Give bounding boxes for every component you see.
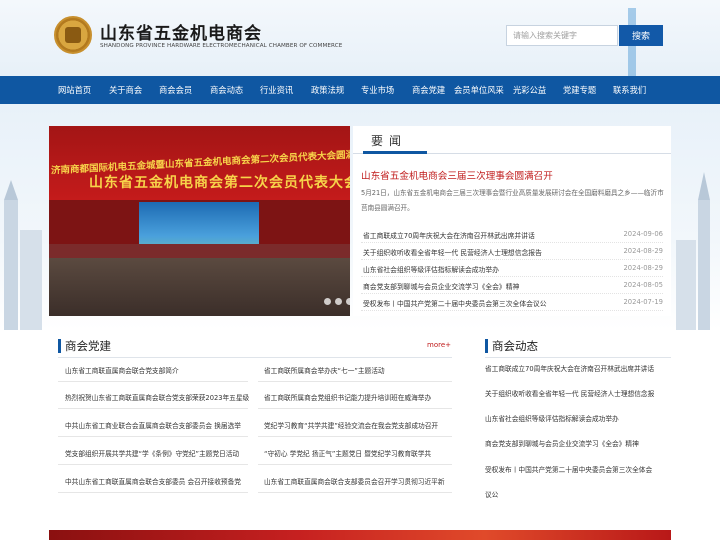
news-item-date: 2024-08-29	[623, 247, 663, 255]
row-divider	[58, 381, 248, 382]
news-list-item[interactable]: 关于组织收听收看全省年轻一代 民营经济人士理想信念报告 2024-08-29	[361, 243, 663, 260]
row-divider	[58, 464, 248, 465]
news-list-item[interactable]: 商会党支部到聊城与会员企业交流学习《全会》精神 2024-08-05	[361, 277, 663, 294]
slide-pagination	[324, 298, 350, 305]
party-list-item[interactable]: 热烈祝贺山东省工商联直属商会联合党支部荣获2023年五星级	[65, 392, 249, 402]
news-item-title[interactable]: 山东省社会组织等级评估指标解读会成功举办	[363, 264, 499, 274]
main-nav: 网站首页 关于商会 商会会员 商会动态 行业资讯 政策法规 专业市场 商会党建 …	[0, 76, 720, 104]
party-list-item[interactable]: 省工商联所属商会党组织书记能力提升培训班在威海举办	[264, 392, 431, 402]
site-subtitle: SHANDONG PROVINCE HARDWARE ELECTROMECHAN…	[100, 43, 343, 49]
news-tab-label[interactable]: 要闻	[371, 132, 407, 149]
search-button[interactable]: 搜索	[619, 25, 663, 46]
hero-slideshow[interactable]: 济南商都国际机电五金城暨山东省五金机电商会第二次会员代表大会圆满成功 山东省五金…	[49, 126, 350, 316]
row-divider	[258, 408, 452, 409]
headline-title[interactable]: 山东省五金机电商会三届三次理事会圆满召开	[361, 168, 553, 182]
nav-market[interactable]: 专业市场	[361, 76, 394, 104]
row-divider	[58, 436, 248, 437]
news-item-title[interactable]: 省工商联成立70周年庆祝大会在济南召开林武出席并讲话	[363, 230, 535, 240]
nav-news[interactable]: 商会动态	[210, 76, 243, 104]
nav-industry[interactable]: 行业资讯	[260, 76, 293, 104]
news-item-title[interactable]: 商会党支部到聊城与会员企业交流学习《全会》精神	[363, 281, 519, 291]
slide-dot[interactable]	[346, 298, 350, 305]
party-list-item[interactable]: 党支部组织开展共学共建“学《条例》守党纪”主题党日活动	[65, 448, 239, 458]
dynamics-section-divider	[485, 357, 671, 358]
party-list-item[interactable]: 山东省工商联直属商会联合支部委员会召开学习贯彻习近平新	[264, 476, 445, 486]
party-more-link[interactable]: more+	[427, 341, 451, 349]
row-divider	[258, 381, 452, 382]
party-list-item[interactable]: 党纪学习教育“共学共建”经验交流会在我会党支部成功召开	[264, 420, 438, 430]
city-skyline-left-icon	[4, 180, 42, 330]
party-list-item[interactable]: 中共山东省工商联直属商会联合支部委员 会召开接收预备党	[65, 476, 241, 486]
dynamics-list-item[interactable]: 山东省社会组织等级评估指标解读会成功举办	[485, 413, 619, 423]
party-list-item[interactable]: 省工商联所属商会举办庆“七一”主题活动	[264, 365, 385, 375]
nav-about[interactable]: 关于商会	[109, 76, 142, 104]
slide-photo-banner: 济南商都国际机电五金城暨山东省五金机电商会第二次会员代表大会圆满成功 山东省五金…	[49, 126, 350, 200]
dynamics-list-item[interactable]: 省工商联成立70周年庆祝大会在济南召开林武出席并讲话	[485, 363, 654, 373]
nav-members[interactable]: 商会会员	[159, 76, 192, 104]
row-divider	[58, 408, 248, 409]
news-item-date: 2024-07-19	[623, 298, 663, 306]
news-list-item[interactable]: 省工商联成立70周年庆祝大会在济南召开林武出席并讲话 2024-09-06	[361, 226, 663, 243]
headline-summary: 5月21日，山东省五金机电商会三届三次理事会暨行业高质量发展研讨会在全国磨料磨具…	[361, 189, 664, 212]
news-item-title[interactable]: 关于组织收听收看全省年轻一代 民营经济人士理想信念报告	[363, 247, 542, 257]
party-section-divider	[58, 357, 452, 358]
search-input[interactable]	[506, 25, 618, 46]
dynamics-section-marker	[485, 339, 488, 353]
party-list-item[interactable]: 中共山东省工商业联合会直属商会联合支部委员会 换届选举	[65, 420, 241, 430]
row-divider	[258, 436, 452, 437]
dynamics-section-title[interactable]: 商会动态	[492, 338, 538, 354]
slide-dot[interactable]	[324, 298, 331, 305]
site-header: 山东省五金机电商会 SHANDONG PROVINCE HARDWARE ELE…	[0, 0, 720, 76]
news-item-date: 2024-08-05	[623, 281, 663, 289]
slide-photo-audience	[49, 258, 350, 316]
news-item-title[interactable]: 受权发布丨中国共产党第二十届中央委员会第三次全体会议公	[363, 298, 547, 308]
city-skyline-right-icon	[676, 172, 710, 330]
party-list-item[interactable]: 山东省工商联直属商会联合党支部简介	[65, 365, 179, 375]
row-divider	[258, 492, 452, 493]
nav-home[interactable]: 网站首页	[58, 76, 91, 104]
news-list-item[interactable]: 受权发布丨中国共产党第二十届中央委员会第三次全体会议公 2024-07-19	[361, 294, 663, 311]
row-divider	[258, 464, 452, 465]
nav-member-showcase[interactable]: 会员单位风采	[454, 76, 504, 104]
logo-emblem-icon[interactable]	[54, 16, 92, 54]
news-item-date: 2024-08-29	[623, 264, 663, 272]
site-title[interactable]: 山东省五金机电商会	[100, 19, 262, 44]
party-list-item[interactable]: “守初心 学党纪 扬正气”主题党日 暨党纪学习教育联学共	[264, 448, 431, 458]
nav-charity[interactable]: 光彩公益	[513, 76, 546, 104]
party-section-marker	[58, 339, 61, 353]
party-section-title[interactable]: 商会党建	[65, 338, 111, 354]
slide-banner-line2: 山东省五金机电商会第二次会员代表大会	[89, 175, 350, 191]
nav-policy[interactable]: 政策法规	[311, 76, 344, 104]
news-item-date: 2024-09-06	[623, 230, 663, 238]
dynamics-list-item[interactable]: 商会党支部到聊城与会员企业交流学习《全会》精神	[485, 438, 639, 448]
dynamics-list-item[interactable]: 受权发布丨中国共产党第二十届中央委员会第三次全体会	[485, 464, 652, 474]
dynamics-list-item[interactable]: 关于组织收听收看全省年轻一代 民营经济人士理想信念报	[485, 388, 654, 398]
slide-dot[interactable]	[335, 298, 342, 305]
news-list-item[interactable]: 山东省社会组织等级评估指标解读会成功举办 2024-08-29	[361, 260, 663, 277]
headline-news-box: 要闻 山东省五金机电商会三届三次理事会圆满召开 5月21日，山东省五金机电商会三…	[353, 126, 671, 316]
nav-contact[interactable]: 联系我们	[613, 76, 646, 104]
bottom-promo-banner[interactable]	[49, 530, 671, 540]
news-tab-indicator	[363, 151, 427, 154]
nav-party-topic[interactable]: 党建专题	[563, 76, 596, 104]
nav-party[interactable]: 商会党建	[412, 76, 445, 104]
row-divider	[58, 492, 248, 493]
news-list: 省工商联成立70周年庆祝大会在济南召开林武出席并讲话 2024-09-06 关于…	[361, 226, 663, 311]
dynamics-list-item[interactable]: 议公	[485, 489, 498, 499]
